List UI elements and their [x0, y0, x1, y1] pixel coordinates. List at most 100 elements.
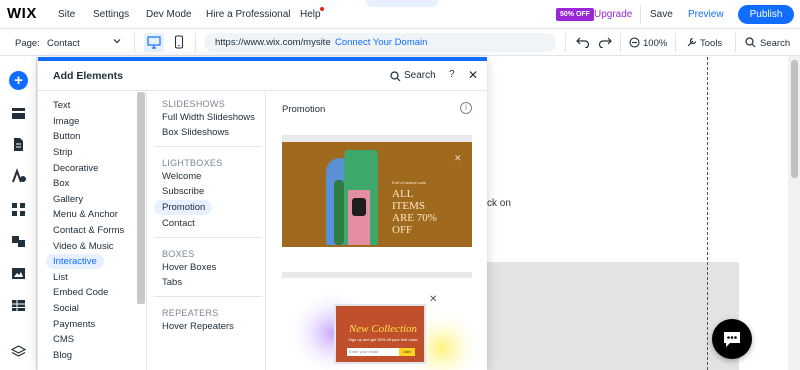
menu-site[interactable]: Site: [58, 9, 75, 20]
promo-small-text: End of season sale: [392, 180, 427, 185]
page-label: Page:: [15, 38, 40, 49]
category-embed-code[interactable]: Embed Code: [53, 287, 108, 298]
category-text[interactable]: Text: [53, 100, 70, 111]
menu-settings[interactable]: Settings: [93, 9, 129, 20]
item-hover-repeaters[interactable]: Hover Repeaters: [162, 321, 234, 332]
top-bar: WIX Site Settings Dev Mode Hire a Profes…: [0, 0, 800, 29]
category-interactive[interactable]: Interactive: [53, 256, 97, 267]
search-icon[interactable]: [745, 37, 756, 51]
category-menu-anchor[interactable]: Menu & Anchor: [53, 209, 118, 220]
business-tools-icon[interactable]: [9, 232, 28, 251]
panel-header: Add Elements Search ? ✕: [38, 61, 487, 91]
canvas-text[interactable]: ck on: [487, 198, 511, 209]
item-box-slideshows[interactable]: Box Slideshows: [162, 127, 229, 138]
section-repeaters: REPEATERS: [162, 308, 219, 318]
upgrade-link[interactable]: Upgrade: [594, 9, 632, 20]
divider: [195, 33, 196, 52]
add-apps-icon[interactable]: [9, 200, 28, 219]
publish-button[interactable]: Publish: [738, 5, 794, 24]
category-gallery[interactable]: Gallery: [53, 194, 83, 205]
url-bar[interactable]: https://www.wix.com/mysite Connect Your …: [204, 33, 556, 52]
email-field: Enter your email: [347, 348, 399, 356]
divider: [154, 237, 262, 238]
zoom-level[interactable]: 100%: [643, 38, 667, 49]
menu-hire-a-professional[interactable]: Hire a Professional: [206, 9, 290, 20]
design-icon[interactable]: [9, 167, 28, 186]
category-strip[interactable]: Strip: [53, 147, 73, 158]
promotion-card-2-background: ✕ New Collection Sign up and get 30% off…: [282, 278, 472, 370]
menu-help[interactable]: Help: [300, 9, 321, 20]
connect-domain-link[interactable]: Connect Your Domain: [335, 37, 427, 48]
pages-icon[interactable]: [9, 135, 28, 154]
media-icon[interactable]: [9, 264, 28, 283]
canvas-scroll-thumb[interactable]: [791, 60, 798, 178]
close-icon: ✕: [454, 153, 462, 163]
left-toolbar: +: [0, 57, 37, 370]
promotion-card-1[interactable]: End of season sale ALL ITEMS ARE 70% OFF…: [282, 135, 472, 247]
desktop-icon: [147, 36, 161, 49]
chevron-down-icon[interactable]: [112, 36, 122, 48]
preview-title: Promotion: [282, 104, 326, 115]
section-boxes: BOXES: [162, 249, 195, 259]
help-button[interactable]: ?: [449, 69, 455, 80]
category-cms[interactable]: CMS: [53, 334, 74, 345]
item-hover-boxes[interactable]: Hover Boxes: [162, 262, 216, 273]
page-section[interactable]: [487, 262, 739, 370]
desktop-view-button[interactable]: [144, 33, 164, 52]
search-button[interactable]: Search: [760, 38, 790, 49]
category-video-music[interactable]: Video & Music: [53, 241, 114, 252]
category-list: Text Image Button Strip Decorative Box G…: [38, 92, 147, 370]
wix-logo[interactable]: WIX: [7, 5, 37, 22]
page-guide-line: [707, 57, 708, 370]
close-icon[interactable]: ✕: [468, 68, 478, 82]
panel-title: Add Elements: [53, 70, 124, 82]
mobile-icon: [174, 35, 184, 49]
mobile-view-button[interactable]: [174, 35, 184, 52]
cactus-illustration: [326, 150, 378, 245]
panel-search-button[interactable]: Search: [404, 70, 436, 81]
tools-icon[interactable]: [686, 36, 698, 51]
page-selector[interactable]: Contact: [47, 38, 80, 49]
add-elements-panel: Add Elements Search ? ✕ Text Image Butto…: [38, 57, 487, 370]
menu-dev-mode[interactable]: Dev Mode: [146, 9, 192, 20]
section-slideshows: SLIDESHOWS: [162, 99, 226, 109]
search-icon[interactable]: [390, 71, 401, 85]
tools-button[interactable]: Tools: [700, 38, 722, 49]
collection-title: New Collection: [348, 323, 418, 335]
zoom-icon[interactable]: [629, 37, 640, 51]
item-subscribe[interactable]: Subscribe: [162, 186, 204, 197]
cms-icon[interactable]: [9, 296, 28, 315]
category-list-item[interactable]: List: [53, 272, 68, 283]
top-center-tab[interactable]: [366, 0, 438, 7]
category-blog[interactable]: Blog: [53, 350, 72, 361]
category-decorative[interactable]: Decorative: [53, 163, 98, 174]
category-contact-forms[interactable]: Contact & Forms: [53, 225, 124, 236]
category-payments[interactable]: Payments: [53, 319, 95, 330]
save-button[interactable]: Save: [650, 9, 673, 20]
undo-icon[interactable]: [576, 36, 590, 51]
item-promotion[interactable]: Promotion: [162, 202, 205, 213]
preview-button[interactable]: Preview: [688, 9, 724, 20]
divider: [154, 296, 262, 297]
promo-headline: ALL ITEMS ARE 70% OFF: [392, 188, 437, 236]
category-social[interactable]: Social: [53, 303, 79, 314]
category-button[interactable]: Button: [53, 131, 80, 142]
category-image[interactable]: Image: [53, 116, 79, 127]
promotion-card-2[interactable]: ✕ New Collection Sign up and get 30% off…: [282, 272, 472, 370]
item-tabs[interactable]: Tabs: [162, 277, 182, 288]
divider: [134, 33, 135, 52]
redo-icon[interactable]: [598, 36, 612, 51]
divider: [735, 33, 736, 52]
chat-button[interactable]: [712, 319, 752, 359]
discount-badge[interactable]: 50% OFF: [556, 8, 594, 21]
item-contact[interactable]: Contact: [162, 218, 195, 229]
add-elements-button[interactable]: +: [9, 71, 28, 90]
item-welcome[interactable]: Welcome: [162, 171, 201, 182]
layers-icon[interactable]: [9, 342, 28, 361]
info-icon[interactable]: i: [460, 102, 472, 114]
category-scrollbar[interactable]: [137, 92, 145, 304]
item-full-width-slideshows[interactable]: Full Width Slideshows: [162, 112, 255, 123]
promotion-card-1-image: End of season sale ALL ITEMS ARE 70% OFF…: [282, 142, 472, 247]
sections-icon[interactable]: [9, 104, 28, 123]
category-box[interactable]: Box: [53, 178, 69, 189]
